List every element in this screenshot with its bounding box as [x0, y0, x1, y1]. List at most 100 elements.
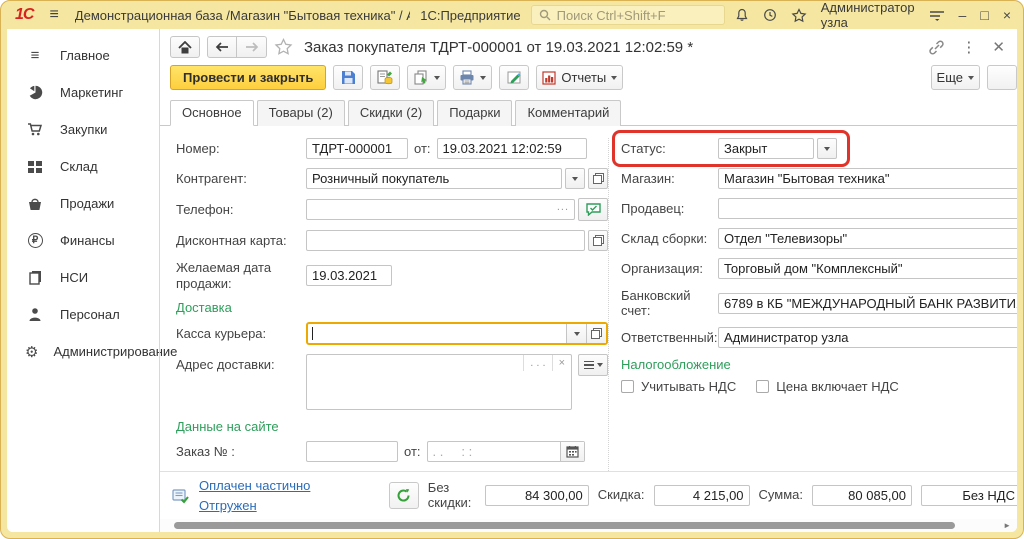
- send-sms-button[interactable]: [578, 198, 608, 221]
- scrollbar-right-arrow[interactable]: ►: [1003, 521, 1011, 530]
- edit-pencil-icon: [507, 70, 522, 85]
- sidebar-item-main[interactable]: ≡ Главное: [7, 37, 159, 74]
- form-toolbar: Провести и закрыть: [160, 61, 1017, 96]
- favorite-star-icon[interactable]: [274, 38, 293, 56]
- save-button[interactable]: [333, 65, 363, 90]
- open-icon: [593, 173, 604, 184]
- sidebar-item-personnel[interactable]: Персонал: [7, 296, 159, 333]
- address-menu-button[interactable]: [578, 354, 608, 376]
- clipped-edge-button[interactable]: [987, 65, 1017, 90]
- shipment-status-link[interactable]: Отгружен: [199, 498, 310, 513]
- delivery-address-field[interactable]: . . . ×: [306, 354, 572, 410]
- vat-checkbox[interactable]: [621, 380, 634, 393]
- current-user[interactable]: Администратор узла: [821, 0, 915, 30]
- price-includes-vat-checkbox[interactable]: [756, 380, 769, 393]
- global-search-input[interactable]: Поиск Ctrl+Shift+F: [531, 5, 725, 25]
- back-button[interactable]: [207, 36, 237, 58]
- history-clock-icon[interactable]: [763, 8, 777, 22]
- responsible-field[interactable]: Администратор узла: [718, 327, 1017, 348]
- phone-choose-dots[interactable]: ...: [557, 199, 569, 217]
- sidebar-item-nsi[interactable]: НСИ: [7, 259, 159, 296]
- horizontal-scrollbar[interactable]: ►: [160, 519, 1017, 532]
- seller-field[interactable]: [718, 198, 1017, 219]
- sidebar-item-marketing[interactable]: Маркетинг: [7, 74, 159, 111]
- discount-card-open-button[interactable]: [588, 230, 608, 251]
- home-button[interactable]: [170, 36, 200, 58]
- tab-comment[interactable]: Комментарий: [515, 100, 621, 126]
- more-actions-button[interactable]: Еще: [931, 65, 980, 90]
- service-menu-icon[interactable]: [929, 9, 945, 21]
- counterparty-field[interactable]: Розничный покупатель: [306, 168, 562, 189]
- desired-date-field[interactable]: 19.03.2021: [306, 265, 392, 286]
- organization-field[interactable]: Торговый дом "Комплексный": [718, 258, 1017, 279]
- minimize-button[interactable]: –: [959, 8, 967, 22]
- tab-gifts[interactable]: Подарки: [437, 100, 512, 126]
- vat-checkbox-wrap[interactable]: Учитывать НДС: [621, 379, 736, 394]
- scrollbar-thumb[interactable]: [174, 522, 955, 529]
- date-field[interactable]: 19.03.2021 12:02:59: [437, 138, 587, 159]
- maximize-button[interactable]: □: [980, 8, 988, 22]
- forward-button[interactable]: [237, 36, 267, 58]
- courier-cash-dropdown-button[interactable]: [566, 324, 586, 343]
- address-clear-button[interactable]: ×: [552, 355, 571, 371]
- create-based-on-icon: [413, 70, 429, 85]
- assembly-warehouse-field[interactable]: Отдел "Телевизоры": [718, 228, 1017, 249]
- bank-account-field[interactable]: 6789 в КБ "МЕЖДУНАРОДНЫЙ БАНК РАЗВИТИЯ" …: [718, 293, 1017, 314]
- window-close-button[interactable]: ×: [1003, 8, 1011, 22]
- print-icon: [459, 70, 475, 85]
- print-button[interactable]: [453, 65, 492, 90]
- no-discount-amount-field[interactable]: 84 300,00: [485, 485, 589, 506]
- document-status-icon: [172, 488, 190, 504]
- reports-button[interactable]: Отчеты: [536, 65, 623, 90]
- tab-main[interactable]: Основное: [170, 100, 254, 126]
- sidebar-item-finance[interactable]: ₽ Финансы: [7, 222, 159, 259]
- calendar-icon: [566, 445, 579, 458]
- counterparty-open-button[interactable]: [588, 168, 608, 189]
- sidebar-item-warehouse[interactable]: Склад: [7, 148, 159, 185]
- tab-discounts[interactable]: Скидки (2): [348, 100, 434, 126]
- assembly-warehouse-label: Склад сборки:: [621, 231, 718, 246]
- status-field[interactable]: Закрыт: [718, 138, 814, 159]
- price-includes-vat-checkbox-wrap[interactable]: Цена включает НДС: [756, 379, 899, 394]
- price-includes-vat-checkbox-label: Цена включает НДС: [776, 379, 899, 394]
- platform-name: 1С:Предприятие: [420, 8, 520, 23]
- get-link-icon[interactable]: [928, 40, 945, 55]
- store-field[interactable]: Магазин "Бытовая техника": [718, 168, 1017, 189]
- courier-cash-field-focused[interactable]: [306, 322, 608, 345]
- post-and-close-button[interactable]: Провести и закрыть: [170, 65, 326, 90]
- form-close-button[interactable]: ✕: [992, 38, 1005, 56]
- number-field[interactable]: ТДРТ-000001: [306, 138, 408, 159]
- counterparty-dropdown-button[interactable]: [565, 168, 585, 189]
- notifications-bell-icon[interactable]: [735, 8, 749, 22]
- sidebar-item-purchases[interactable]: Закупки: [7, 111, 159, 148]
- phone-field[interactable]: ...: [306, 199, 575, 220]
- form-content: Номер: ТДРТ-000001 от: 19.03.2021 12:02:…: [160, 126, 1017, 471]
- discount-amount-field[interactable]: 4 215,00: [654, 485, 750, 506]
- courier-cash-open-button[interactable]: [586, 324, 606, 343]
- post-document-button[interactable]: [370, 65, 400, 90]
- payment-status-link[interactable]: Оплачен частично: [199, 478, 310, 493]
- sidebar-item-sales[interactable]: Продажи: [7, 185, 159, 222]
- create-based-on-button[interactable]: [407, 65, 446, 90]
- discount-label: Скидка:: [598, 488, 645, 503]
- more-kebab-icon[interactable]: ⋮: [961, 38, 976, 56]
- favorites-star-icon[interactable]: [791, 8, 807, 23]
- edit-button[interactable]: [499, 65, 529, 90]
- tab-goods[interactable]: Товары (2): [257, 100, 345, 126]
- form-tabs: Основное Товары (2) Скидки (2) Подарки К…: [160, 96, 1017, 126]
- sidebar-item-label: Склад: [60, 159, 98, 174]
- site-order-date-field[interactable]: . . : :: [427, 441, 585, 462]
- site-order-date-calendar-button[interactable]: [560, 442, 584, 461]
- 1c-logo-icon: 1С: [15, 6, 33, 24]
- status-dropdown-button[interactable]: [817, 138, 837, 159]
- organization-label: Организация:: [621, 261, 718, 276]
- sidebar-item-administration[interactable]: ⚙ Администрирование: [7, 333, 159, 370]
- discount-card-field[interactable]: [306, 230, 585, 251]
- vat-mode-field[interactable]: Без НДС: [921, 485, 1017, 506]
- recalculate-button[interactable]: [389, 482, 419, 509]
- main-menu-hamburger-icon[interactable]: ≡: [49, 6, 58, 24]
- address-choose-button[interactable]: . . .: [523, 355, 551, 371]
- document-title: Заказ покупателя ТДРТ-000001 от 19.03.20…: [304, 39, 693, 56]
- total-amount-field[interactable]: 80 085,00: [812, 485, 912, 506]
- site-order-number-field[interactable]: [306, 441, 398, 462]
